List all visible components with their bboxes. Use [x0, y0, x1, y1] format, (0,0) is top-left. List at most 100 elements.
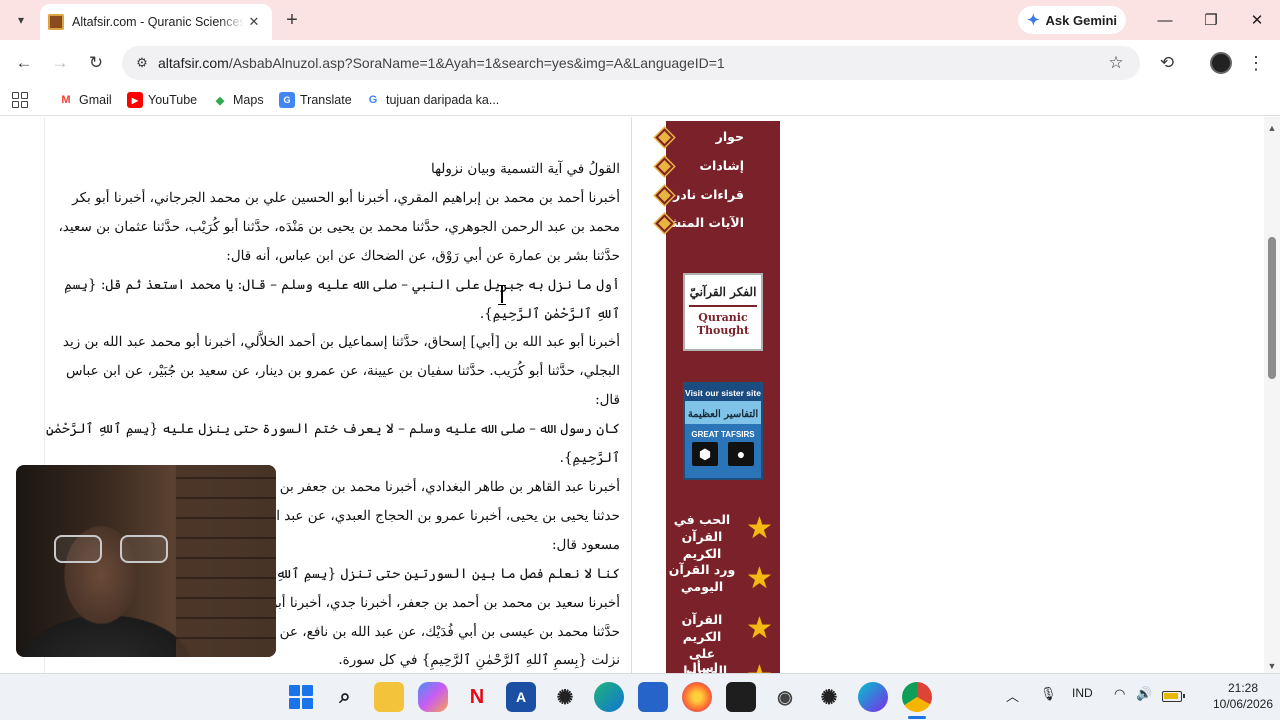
windows-taskbar: ⌕ N A ✺ ◉ ✺ ︿ 🎙 IND ◠ 🔊 21:28 10/06/2026	[0, 673, 1280, 720]
bookmark-youtube[interactable]: ▶ YouTube	[127, 92, 197, 108]
copilot-icon[interactable]	[418, 682, 448, 712]
bookmark-tujuan[interactable]: G tujuan daripada ka...	[365, 92, 500, 108]
site-info-icon[interactable]: ⚙	[130, 51, 154, 75]
scroll-down-icon[interactable]: ▼	[1267, 661, 1277, 671]
clock-time: 21:28	[1227, 681, 1259, 695]
store-icon[interactable]	[638, 682, 668, 712]
active-tab[interactable]: Altafsir.com - Quranic Sciences - Asbab …	[40, 4, 272, 40]
search-icon[interactable]: ⌕	[330, 682, 360, 712]
webcam-overlay[interactable]	[16, 465, 276, 657]
star-link-label: الحب في القرآن الكريم	[673, 512, 731, 561]
article-paragraph: أول ما نزل به جبريل على النبي – صلى الله…	[64, 276, 620, 322]
language-indicator[interactable]: IND	[1072, 686, 1093, 700]
android-icon[interactable]: ⬢	[692, 442, 718, 466]
sidebar-link-label: قراءات نادرة	[665, 187, 744, 202]
edge-icon[interactable]	[594, 682, 624, 712]
forward-button[interactable]: →	[46, 49, 74, 77]
back-button[interactable]: ←	[10, 49, 38, 77]
reload-button[interactable]: ↻	[82, 49, 110, 77]
bookmark-label: Translate	[300, 93, 352, 107]
apple-icon[interactable]: ●	[728, 442, 754, 466]
restore-button[interactable]: ❐	[1188, 4, 1234, 36]
app-stores: ⬢ ●	[685, 442, 761, 470]
star-link-label: ورد القرآن اليومي	[668, 562, 736, 594]
bookmarks-bar: M Gmail ▶ YouTube ◆ Maps G Translate G t…	[0, 86, 1280, 116]
sidebar-link-qiraat[interactable]: قراءات نادرة	[624, 187, 744, 202]
star-link-mobile[interactable]: القرآن الكريم على الموبايل ★	[672, 611, 778, 673]
close-window-button[interactable]: ✕	[1234, 4, 1280, 36]
sidebar-link-hiwar[interactable]: حوار	[624, 129, 744, 144]
article-paragraph: أخبرنا أحمد بن محمد بن إبراهيم المقري، أ…	[58, 189, 620, 264]
star-icon: ★	[746, 512, 773, 545]
chatgpt-app-icon[interactable]: ✺	[814, 682, 844, 712]
banner-rule	[689, 305, 757, 307]
sister-site-label: Visit our sister site	[685, 384, 761, 401]
system-clock[interactable]: 21:28 10/06/2026	[1212, 680, 1274, 712]
gemini-sparkle-icon: ✦	[1026, 12, 1040, 29]
star-link-love[interactable]: الحب في القرآن الكريم ★	[672, 511, 778, 561]
chatgpt-icon[interactable]: ✺	[550, 682, 580, 712]
clock-date: 10/06/2026	[1212, 697, 1274, 711]
battery-icon[interactable]	[1162, 691, 1185, 702]
firefox-icon[interactable]	[682, 682, 712, 712]
great-tafsirs-ar: التفاسير العظيمة	[685, 401, 761, 424]
maps-icon: ◆	[215, 94, 225, 107]
ask-gemini-label: Ask Gemini	[1045, 12, 1118, 28]
history-icon[interactable]: ⟲	[1153, 49, 1181, 77]
sidebar-link-mutashabihat[interactable]: الآيات المتشابهات	[624, 215, 744, 230]
wifi-icon[interactable]: ◠	[1114, 686, 1125, 702]
tray-overflow-icon[interactable]: ︿	[1006, 686, 1019, 705]
sidebar: حوار إشادات قراءات نادرة الآيات المتشابه…	[634, 121, 780, 673]
tab-strip: ▾ Altafsir.com - Quranic Sciences - Asba…	[0, 0, 1280, 40]
bookmark-gmail[interactable]: M Gmail	[58, 92, 111, 108]
bookmark-star-icon[interactable]: ☆	[1104, 51, 1128, 75]
star-icon: ★	[746, 612, 773, 645]
file-explorer-icon[interactable]	[374, 682, 404, 712]
star-link-wird[interactable]: ورد القرآن اليومي ★	[669, 561, 778, 605]
quranic-thought-banner[interactable]: الفكر القرآنيّ Quranic Thought	[683, 273, 763, 351]
figma-icon[interactable]	[726, 682, 756, 712]
chrome-active-indicator	[908, 716, 926, 719]
star-link-label: اسأل المفتي	[685, 660, 719, 673]
webcam-person	[54, 535, 172, 565]
sidebar-link-label: الآيات المتشابهات	[634, 215, 744, 230]
chrome-icon[interactable]	[902, 682, 932, 712]
bookmark-label: YouTube	[148, 93, 198, 107]
webcam-background	[176, 465, 276, 657]
camera-icon[interactable]: ◉	[770, 682, 800, 712]
autocad-icon[interactable]: A	[506, 682, 536, 712]
bookmark-maps[interactable]: ◆ Maps	[212, 92, 264, 108]
quranic-thought-en-1: Quranic	[698, 311, 748, 324]
bookmark-label: tujuan daripada ka...	[386, 93, 500, 107]
scroll-up-icon[interactable]: ▲	[1267, 123, 1277, 133]
gmail-icon: M	[61, 94, 71, 106]
page-scrollbar[interactable]: ▲ ▼	[1264, 117, 1280, 673]
quranic-thought-en-2: Thought	[696, 324, 750, 337]
tab-search-button[interactable]: ▾	[8, 7, 34, 33]
star-icon: ★	[746, 661, 778, 674]
bookmark-translate[interactable]: G Translate	[279, 92, 352, 108]
new-tab-button[interactable]: +	[280, 8, 304, 32]
scrollbar-thumb[interactable]	[1268, 237, 1276, 379]
sidebar-link-ishadat[interactable]: إشادات	[624, 158, 744, 173]
profile-avatar[interactable]	[1210, 52, 1232, 74]
tab-close-icon[interactable]: ✕	[244, 12, 264, 32]
chrome-menu-icon[interactable]: ⋮	[1244, 49, 1268, 77]
tab-title: Altafsir.com - Quranic Sciences - Asbab …	[72, 15, 244, 29]
great-tafsirs-banner[interactable]: Visit our sister site التفاسير العظيمة G…	[683, 382, 763, 480]
url-path: /AsbabAlnuzol.asp?SoraName=1&Ayah=1&sear…	[228, 55, 725, 71]
apps-grid-icon[interactable]	[12, 92, 28, 108]
star-link-mufti[interactable]: اسأل المفتي ★	[672, 659, 778, 673]
canva-icon[interactable]	[858, 682, 888, 712]
great-tafsirs-en: GREAT TAFSIRS	[691, 430, 755, 439]
article-paragraph: أخبرنا أبو عبد الله بن [أبي] إسحاق، حدَّ…	[62, 334, 620, 409]
minimize-button[interactable]: —	[1142, 4, 1188, 36]
address-bar[interactable]: ⚙ altafsir.com/AsbabAlnuzol.asp?SoraName…	[122, 46, 1140, 80]
start-icon[interactable]	[286, 682, 316, 712]
netflix-icon[interactable]: N	[462, 682, 492, 712]
url-text[interactable]: altafsir.com/AsbabAlnuzol.asp?SoraName=1…	[158, 55, 725, 71]
microphone-icon[interactable]: 🎙	[1040, 686, 1057, 702]
altafsir-favicon-icon	[48, 14, 64, 30]
ask-gemini-button[interactable]: ✦ Ask Gemini	[1018, 6, 1126, 34]
volume-icon[interactable]: 🔊	[1136, 686, 1152, 702]
